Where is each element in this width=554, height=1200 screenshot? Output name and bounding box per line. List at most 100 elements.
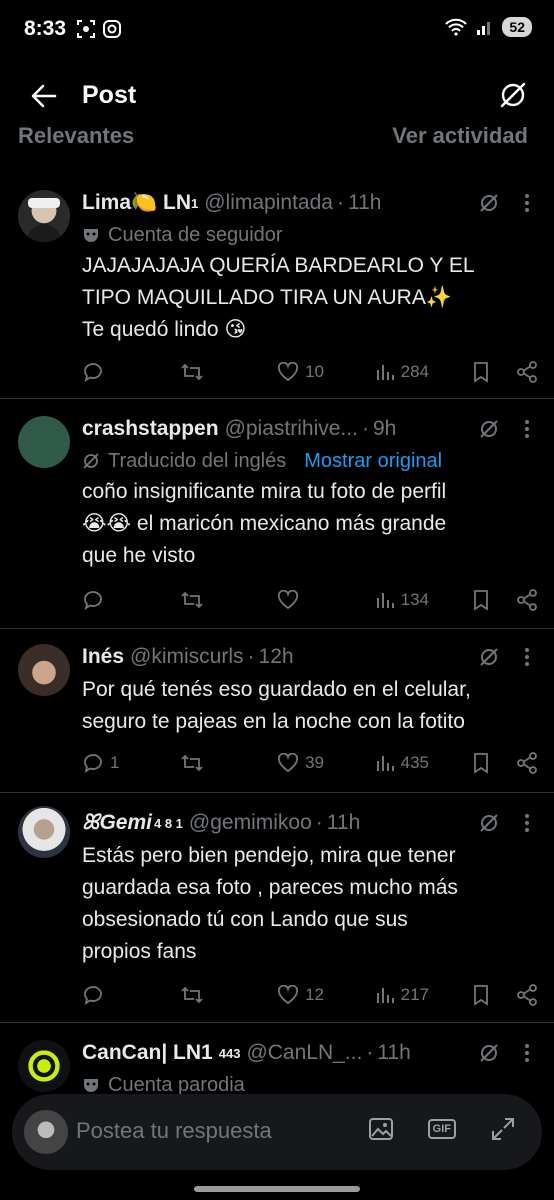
- author-name[interactable]: ꕤGemi: [82, 811, 152, 835]
- post-text: Por qué tenés eso guardado en el celular…: [82, 678, 471, 733]
- like-count: 39: [305, 753, 325, 772]
- signal-icon: [477, 22, 491, 35]
- share-button[interactable]: [516, 361, 538, 383]
- status-time: 8:33: [24, 17, 67, 40]
- back-arrow-icon[interactable]: [30, 82, 58, 110]
- translate-icon: [83, 453, 99, 469]
- grok-icon[interactable]: [478, 646, 500, 668]
- repost-icon: [180, 986, 203, 1004]
- author-handle[interactable]: @limapintada: [204, 191, 333, 215]
- repost-button[interactable]: [180, 589, 278, 611]
- heart-icon: [278, 362, 299, 382]
- views-button[interactable]: 134: [375, 590, 473, 610]
- heart-icon: [278, 590, 299, 610]
- reply-icon: [84, 986, 102, 1005]
- more-options-icon[interactable]: [524, 419, 530, 439]
- reply-button[interactable]: [82, 984, 180, 1006]
- avatar[interactable]: [18, 416, 70, 468]
- post-time[interactable]: 11h: [348, 191, 381, 215]
- more-options-icon[interactable]: [524, 193, 530, 213]
- view-activity-link[interactable]: Ver actividad: [392, 124, 528, 148]
- views-button[interactable]: 284: [375, 362, 473, 382]
- author-name[interactable]: crashstappen: [82, 417, 219, 441]
- repost-icon: [180, 754, 203, 772]
- bookmark-icon: [474, 590, 489, 611]
- grok-icon[interactable]: [478, 812, 500, 834]
- author-name-superscript: 443: [218, 1045, 241, 1061]
- reply-composer[interactable]: Postea tu respuesta GIF: [12, 1094, 542, 1170]
- reply-post[interactable]: Lima🍋 LN 1 @limapintada · 11h Cuenta de s…: [0, 180, 554, 399]
- repost-icon: [180, 363, 203, 381]
- top-bar: Post: [0, 68, 554, 124]
- author-name-superscript: 4 8 1: [154, 815, 183, 831]
- image-icon[interactable]: [368, 1117, 394, 1141]
- reply-post[interactable]: ꕤGemi 4 8 1 @gemimikoo · 11h Estás pero b…: [0, 792, 554, 1023]
- reply-post[interactable]: CanCan| LN1 443 @CanLN_... · 11h Cuenta p…: [0, 1022, 554, 1096]
- bookmark-button[interactable]: [472, 589, 516, 611]
- expand-icon[interactable]: [490, 1116, 516, 1142]
- views-button[interactable]: 217: [375, 985, 473, 1005]
- reply-icon: [84, 754, 102, 773]
- author-handle[interactable]: @kimiscurls: [130, 645, 243, 669]
- show-original-link[interactable]: Mostrar original: [304, 450, 442, 473]
- battery-indicator: 52: [502, 17, 532, 37]
- share-button[interactable]: [516, 984, 538, 1006]
- more-options-icon[interactable]: [524, 813, 530, 833]
- avatar[interactable]: [18, 190, 70, 242]
- like-button[interactable]: [277, 590, 375, 610]
- share-button[interactable]: [516, 589, 538, 611]
- post-time[interactable]: 12h: [259, 645, 294, 669]
- more-options-icon[interactable]: [524, 1043, 530, 1063]
- post-time[interactable]: 11h: [377, 1041, 410, 1065]
- avatar[interactable]: [18, 644, 70, 696]
- bookmark-button[interactable]: [472, 984, 516, 1006]
- repost-icon: [180, 591, 203, 609]
- grok-icon[interactable]: [478, 418, 500, 440]
- more-options-icon[interactable]: [524, 647, 530, 667]
- reply-input[interactable]: Postea tu respuesta: [76, 1118, 272, 1144]
- author-name[interactable]: Lima🍋 LN: [82, 191, 191, 215]
- like-button[interactable]: 10: [277, 362, 375, 382]
- page-title: Post: [82, 81, 137, 109]
- bookmark-button[interactable]: [472, 361, 516, 383]
- reply-icon: [84, 591, 102, 610]
- grok-icon[interactable]: [478, 1042, 500, 1064]
- heart-icon: [278, 985, 299, 1005]
- post-time[interactable]: 11h: [327, 811, 360, 835]
- author-name[interactable]: CanCan| LN1: [82, 1041, 213, 1065]
- like-button[interactable]: 39: [277, 753, 375, 773]
- wifi-icon: [445, 18, 468, 36]
- avatar[interactable]: [24, 1110, 68, 1154]
- reply-icon: [84, 363, 102, 382]
- repost-button[interactable]: [180, 984, 278, 1006]
- reply-count: 1: [110, 753, 120, 772]
- views-button[interactable]: 435: [375, 753, 473, 773]
- home-indicator[interactable]: [194, 1186, 360, 1192]
- post-time[interactable]: 9h: [373, 417, 396, 441]
- reply-button[interactable]: 1: [82, 752, 180, 774]
- like-button[interactable]: 12: [277, 985, 375, 1005]
- reply-button[interactable]: [82, 361, 180, 383]
- view-count: 134: [400, 590, 430, 609]
- grok-icon[interactable]: [498, 80, 528, 110]
- reply-button[interactable]: [82, 589, 180, 611]
- reply-post[interactable]: crashstappen @piastrihive... · 9h Traduc…: [0, 398, 554, 629]
- bookmark-button[interactable]: [472, 752, 516, 774]
- gif-icon[interactable]: GIF: [427, 1119, 456, 1139]
- repost-button[interactable]: [180, 752, 278, 774]
- share-icon: [517, 752, 537, 774]
- author-handle[interactable]: @CanLN_...: [246, 1041, 362, 1065]
- sort-relevant-link[interactable]: Relevantes: [18, 124, 134, 148]
- author-handle[interactable]: @piastrihive...: [225, 417, 358, 441]
- grok-icon[interactable]: [478, 192, 500, 214]
- avatar[interactable]: [18, 1040, 70, 1092]
- repost-button[interactable]: [180, 361, 278, 383]
- heart-icon: [278, 753, 299, 773]
- author-name[interactable]: Inés: [82, 645, 124, 669]
- avatar[interactable]: [18, 806, 70, 858]
- reply-sort-row: Relevantes Ver actividad: [0, 124, 554, 148]
- share-button[interactable]: [516, 752, 538, 774]
- views-chart-icon: [376, 988, 394, 1003]
- reply-post[interactable]: Inés @kimiscurls · 12h Por qué tenés eso…: [0, 628, 554, 793]
- author-handle[interactable]: @gemimikoo: [189, 811, 312, 835]
